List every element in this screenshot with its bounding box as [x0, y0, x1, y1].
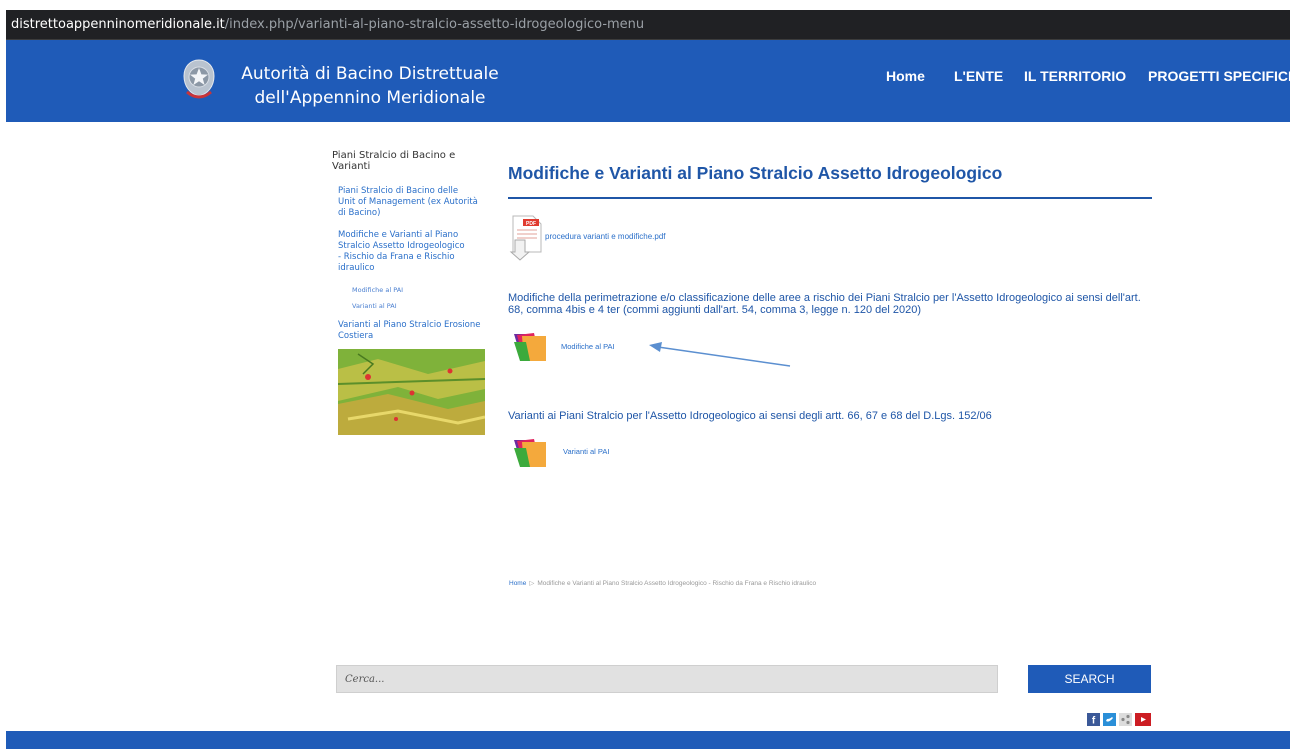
nav-ente[interactable]: L'ENTE: [954, 68, 1003, 84]
url-text[interactable]: distrettoappenninomeridionale.it/index.p…: [11, 17, 644, 32]
sidebar-subitem-varianti-pai[interactable]: Varianti al PAI: [352, 302, 397, 310]
site-title[interactable]: Autorità di Bacino Distrettuale dell'App…: [240, 62, 500, 110]
sidebar-subitem-modifiche-pai[interactable]: Modifiche al PAI: [352, 286, 403, 294]
sidebar-item-erosione-costiera[interactable]: Varianti al Piano Stralcio Erosione Cost…: [338, 320, 483, 342]
varianti-pai-link[interactable]: Varianti al PAI: [563, 447, 609, 456]
search-button[interactable]: SEARCH: [1028, 665, 1151, 693]
twitter-icon[interactable]: [1103, 713, 1116, 726]
territory-map-image[interactable]: [338, 349, 485, 435]
nav-home[interactable]: Home: [886, 68, 925, 84]
site-title-line2: dell'Appennino Meridionale: [254, 88, 486, 108]
nav-progetti-specifici[interactable]: PROGETTI SPECIFICI: [1148, 68, 1290, 84]
modifiche-pai-link[interactable]: Modifiche al PAI: [561, 342, 615, 351]
sidebar-item-piani-stralcio[interactable]: Piani Stralcio di Bacino delle Unit of M…: [338, 186, 478, 219]
site-footer: [6, 731, 1290, 749]
youtube-icon[interactable]: [1135, 713, 1151, 726]
share-icon[interactable]: [1119, 713, 1132, 726]
title-divider: [508, 197, 1152, 199]
folder-icon[interactable]: [512, 436, 550, 468]
republic-emblem-icon[interactable]: [183, 58, 215, 102]
facebook-icon[interactable]: f: [1087, 713, 1100, 726]
search-input[interactable]: [336, 665, 998, 693]
site-title-line1: Autorità di Bacino Distrettuale: [241, 64, 499, 84]
sidebar-item-modifiche-varianti[interactable]: Modifiche e Varianti al Piano Stralcio A…: [338, 230, 468, 274]
nav-territorio[interactable]: IL TERRITORIO: [1024, 68, 1126, 84]
annotation-arrow-icon: [649, 342, 791, 367]
page-title: Modifiche e Varianti al Piano Stralcio A…: [508, 163, 1003, 183]
folder-icon[interactable]: [512, 330, 550, 362]
pdf-download-link[interactable]: procedura varianti e modifiche.pdf: [545, 232, 666, 241]
address-bar[interactable]: distrettoappenninomeridionale.it/index.p…: [6, 10, 1290, 40]
svg-text:PDF: PDF: [526, 221, 536, 227]
left-margin: [0, 0, 6, 749]
url-path: /index.php/varianti-al-piano-stralcio-as…: [224, 17, 645, 32]
sidebar-heading: Piani Stralcio di Bacino e Varianti: [332, 150, 456, 172]
breadcrumb-home-link[interactable]: Home: [509, 580, 526, 587]
breadcrumb: Home ▷ Modifiche e Varianti al Piano Stral…: [509, 579, 816, 587]
breadcrumb-separator-icon: ▷: [529, 580, 535, 587]
section-varianti-text: Varianti ai Piani Stralcio per l'Assetto…: [508, 410, 992, 422]
section-modifiche-text: Modifiche della perimetrazione e/o class…: [508, 292, 1141, 316]
url-domain: distrettoappenninomeridionale.it: [11, 17, 225, 32]
pdf-file-icon[interactable]: PDF: [509, 212, 543, 262]
breadcrumb-current: Modifiche e Varianti al Piano Stralcio A…: [537, 580, 817, 587]
